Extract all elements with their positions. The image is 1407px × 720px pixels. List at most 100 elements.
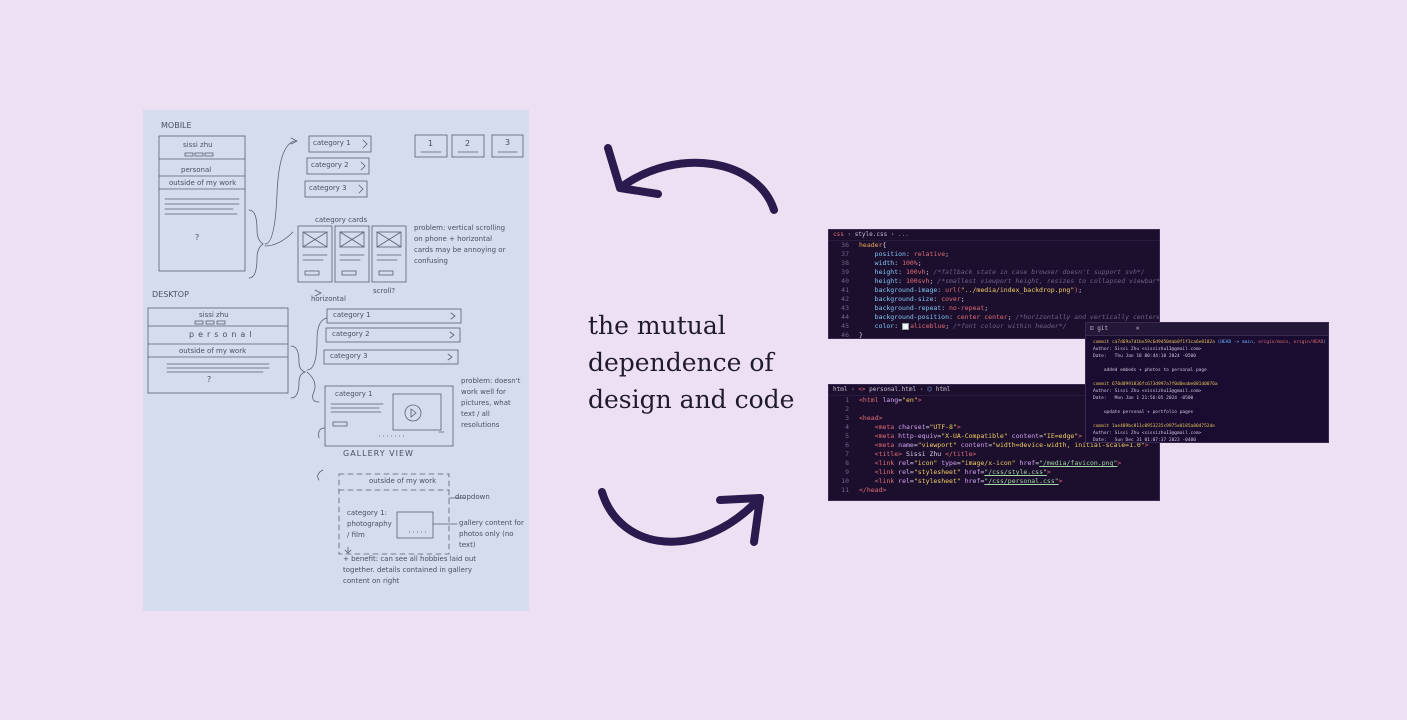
sketch-desktop-category-3: category 3 (330, 352, 368, 360)
line-number: 6 (845, 441, 849, 449)
css-code-line: 44 background-position: center center; /… (829, 313, 1159, 322)
git-log-panel: ⊡ git × commit ca7d69a7d1be59c6d9d50dab0… (1085, 322, 1329, 443)
sketch-mobile-title: MOBILE (161, 121, 192, 130)
html-code-line: 9 <link rel="stylesheet" href="/css/styl… (829, 468, 1159, 477)
line-number: 39 (841, 268, 849, 276)
code-text: <title> Sissi Zhu </title> (874, 450, 977, 458)
sketch-thumb-1: 1 (428, 139, 434, 148)
git-commit-hash: commit 670d0991836fc673d997a7f0d0eabe081… (1093, 382, 1218, 387)
sketch-desktop-title: DESKTOP (152, 290, 189, 299)
sketch-benefit: + benefit: can see all hobbies laid out … (343, 555, 477, 585)
sketch-desktop-category-2: category 2 (332, 330, 370, 338)
html-file-name: personal.html (869, 386, 917, 393)
git-log-line: Author: Sissi Zhu <sissizhu13@gmail.com> (1093, 431, 1202, 436)
git-log-line: Author: Sissi Zhu <sissizhu13@gmail.com> (1093, 389, 1202, 394)
sketch-thumb-3: 3 (505, 138, 511, 147)
arrow-bottom-right-icon (598, 488, 764, 546)
html-code-line: 8 <link rel="icon" type="image/x-icon" h… (829, 459, 1159, 468)
line-number: 41 (841, 286, 849, 294)
wireframe-sketch-photo: MOBILE DESKTOP sissi zhu personal outsid… (143, 110, 529, 611)
line-number: 42 (841, 295, 849, 303)
arrow-top-left-icon (604, 144, 778, 214)
line-number: 11 (841, 486, 849, 494)
sketch-gallery-category: category 1: photography / film (347, 509, 392, 539)
code-text: <link rel="icon" type="image/x-icon" hre… (874, 459, 1122, 467)
sketch-note-desktop: problem: doesn't work well for pictures,… (461, 377, 521, 429)
code-text: background-image: url("../media/index_ba… (874, 286, 1083, 294)
sketch-desktop-question: ? (207, 375, 212, 384)
css-code-line: 38 width: 100%; (829, 259, 1159, 268)
line-number: 3 (845, 414, 849, 422)
sketch-gallery-category-1: category 1 (335, 390, 373, 398)
git-log-line (1093, 416, 1328, 423)
line-number: 37 (841, 250, 849, 258)
line-number: 46 (841, 331, 849, 339)
git-log-line (1093, 360, 1328, 367)
css-code-line: 37 position: relative; (829, 250, 1159, 259)
sketch-mobile-category-2: category 2 (311, 161, 349, 169)
code-text: height: 100svh; /*smallest viewport heig… (874, 277, 1160, 285)
css-code-line: 39 height: 100vh; /*fallback state in ca… (829, 268, 1159, 277)
close-icon[interactable]: × (1136, 325, 1140, 332)
code-text: <meta http-equiv="X-UA-Compatible" conte… (874, 432, 1083, 440)
line-number: 1 (845, 396, 849, 404)
line-number: 38 (841, 259, 849, 267)
git-log-line: Author: Sissi Zhu <sissizhu13@gmail.com> (1093, 347, 1202, 352)
tagline-line-3: design and code (588, 385, 795, 414)
line-number: 2 (845, 405, 849, 413)
html-code-line: 10 <link rel="stylesheet" href="/css/per… (829, 477, 1159, 486)
tagline-line-2: dependence of (588, 348, 774, 377)
git-log-line (1093, 402, 1328, 409)
css-code-line: 42 background-size: cover; (829, 295, 1159, 304)
code-text: <meta charset="UTF-8"> (874, 423, 961, 431)
line-number: 40 (841, 277, 849, 285)
css-code-line: 40 height: 100svh; /*smallest viewport h… (829, 277, 1159, 286)
line-number: 9 (845, 468, 849, 476)
git-log-lines: commit ca7d69a7d1be59c6d9d50dab0f1f3ca6e… (1086, 336, 1328, 443)
sketch-mobile-question: ? (195, 233, 200, 242)
tagline: the mutual dependence of design and code (588, 307, 818, 418)
code-text: width: 100%; (874, 259, 922, 267)
sketch-mobile-outside: outside of my work (169, 179, 237, 187)
line-number: 43 (841, 304, 849, 312)
sketch-mobile-name: sissi zhu (183, 141, 213, 149)
sketch-category-cards: category cards (315, 216, 368, 224)
line-number: 36 (841, 241, 849, 249)
git-log-line: Date: Sun Dec 31 01:07:37 2023 -0400 (1093, 438, 1196, 443)
sketch-desktop-outside: outside of my work (179, 347, 247, 355)
sketch-mobile-category-3: category 3 (309, 184, 347, 192)
sketch-dropdown: dropdown (455, 493, 490, 501)
code-text: <html lang="en"> (859, 396, 922, 404)
terminal-icon: ⊡ (1090, 325, 1094, 332)
sketch-desktop-name: sissi zhu (199, 311, 229, 319)
code-text: header{ (859, 241, 887, 249)
line-number: 45 (841, 322, 849, 330)
code-text: <link rel="stylesheet" href="/css/style.… (874, 468, 1051, 476)
sketch-horizontal: horizontal (311, 295, 346, 303)
sketch-gallery-outside: outside of my work (369, 477, 437, 485)
css-file-name: style.css (854, 231, 888, 238)
line-number: 8 (845, 459, 849, 467)
git-log-line: Date: Thu Jan 18 00:44:10 2024 -0500 (1093, 354, 1196, 359)
line-number: 7 (845, 450, 849, 458)
css-breadcrumb: css › style.css › ... (829, 230, 1159, 241)
code-text: <link rel="stylesheet" href="/css/person… (874, 477, 1063, 485)
sketch-gallery-view: GALLERY VIEW (343, 449, 414, 458)
git-log-line (1093, 374, 1328, 381)
sketch-mobile-personal: personal (181, 166, 212, 174)
sketch-thumb-2: 2 (465, 139, 471, 148)
git-log-line: added embeds + photos to personal page (1093, 368, 1207, 373)
html-code-line: 7 <title> Sissi Zhu </title> (829, 450, 1159, 459)
code-text: background-size: cover; (874, 295, 965, 303)
sketch-mobile-category-1: category 1 (313, 139, 351, 147)
git-tab[interactable]: ⊡ git × (1086, 323, 1328, 336)
code-text: <head> (859, 414, 883, 422)
git-commit-hash: commit 1ae489bc811c0953235c9975e0185a804… (1093, 424, 1215, 429)
sketch-desktop-category-1: category 1 (333, 311, 371, 319)
line-number: 5 (845, 432, 849, 440)
code-text: position: relative; (874, 250, 950, 258)
tagline-line-1: the mutual (588, 311, 726, 340)
line-number: 4 (845, 423, 849, 431)
code-text: background-position: center center; /*ho… (874, 313, 1160, 321)
css-code-line: 43 background-repeat: no-repeat; (829, 304, 1159, 313)
